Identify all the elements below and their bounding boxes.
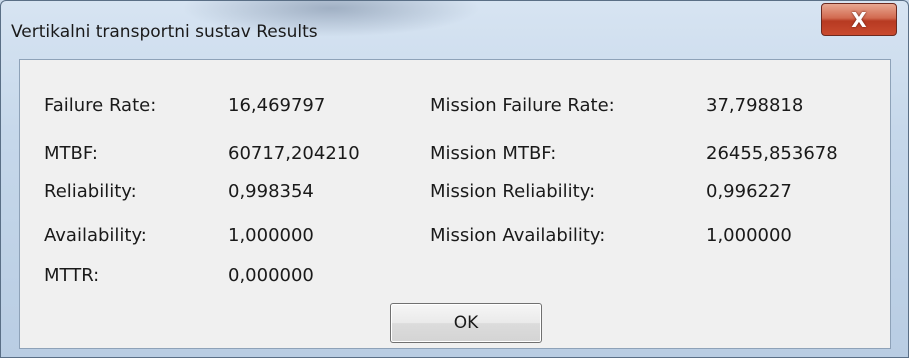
mttr-label: MTTR: — [44, 265, 100, 286]
mttr-value: 0,000000 — [228, 265, 314, 286]
window-title: Vertikalni transportni sustav Results — [11, 22, 318, 42]
results-dialog: Vertikalni transportni sustav Results X … — [0, 0, 909, 358]
availability-label: Availability: — [44, 225, 147, 246]
reliability-label: Reliability: — [44, 181, 137, 202]
availability-value: 1,000000 — [228, 225, 314, 246]
failure-rate-value: 16,469797 — [228, 95, 326, 116]
results-panel: Failure Rate: 16,469797 MTBF: 60717,2042… — [19, 59, 891, 349]
mtbf-value: 60717,204210 — [228, 143, 360, 164]
mission-failure-rate-label: Mission Failure Rate: — [430, 95, 615, 116]
close-button[interactable]: X — [821, 3, 897, 36]
mission-reliability-label: Mission Reliability: — [430, 181, 596, 202]
mtbf-label: MTBF: — [44, 143, 98, 164]
title-bar[interactable]: Vertikalni transportni sustav Results X — [1, 1, 908, 47]
mission-mtbf-value: 26455,853678 — [706, 143, 838, 164]
close-icon: X — [851, 7, 867, 32]
mission-availability-value: 1,000000 — [706, 225, 792, 246]
mission-mtbf-label: Mission MTBF: — [430, 143, 557, 164]
reliability-value: 0,998354 — [228, 181, 314, 202]
mission-reliability-value: 0,996227 — [706, 181, 792, 202]
failure-rate-label: Failure Rate: — [44, 95, 157, 116]
ok-button[interactable]: OK — [390, 303, 542, 343]
mission-failure-rate-value: 37,798818 — [706, 95, 804, 116]
mission-availability-label: Mission Availability: — [430, 225, 606, 246]
